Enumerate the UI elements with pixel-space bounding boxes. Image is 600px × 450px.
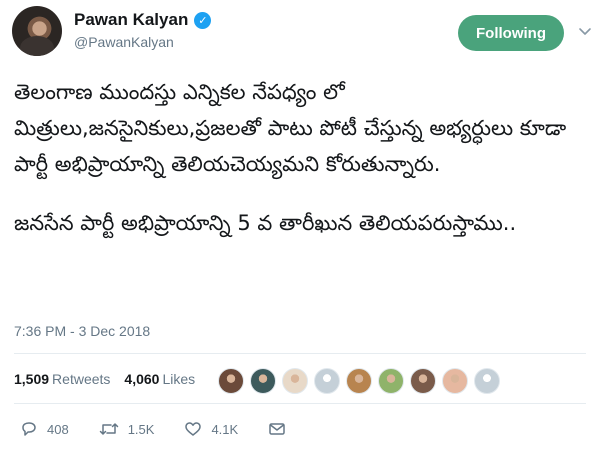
tweet-paragraph-1: తెలంగాణ ముందస్తు ఎన్నికల నేపధ్యం లో మిత్… (14, 80, 567, 176)
retweet-action[interactable]: 1.5K (99, 421, 155, 437)
user-handle[interactable]: @PawanKalyan (74, 34, 174, 50)
liker-avatar[interactable] (410, 368, 436, 394)
tweet-stats: 1,509 Retweets 4,060 Likes (14, 371, 195, 387)
tweet-timestamp[interactable]: 7:36 PM - 3 Dec 2018 (14, 323, 150, 339)
retweet-count: 1.5K (127, 421, 155, 437)
tweet-card: Pawan Kalyan ✓ @PawanKalyan Following తె… (0, 0, 600, 450)
divider (14, 353, 586, 354)
likes-label: Likes (162, 371, 196, 387)
default-avatar-icon[interactable] (474, 368, 500, 394)
direct-message-action[interactable] (268, 421, 286, 437)
divider (14, 403, 586, 404)
chevron-down-icon[interactable] (578, 24, 592, 38)
following-button[interactable]: Following (458, 15, 564, 51)
heart-icon (185, 422, 202, 436)
liker-avatar[interactable] (282, 368, 308, 394)
envelope-icon (269, 423, 285, 435)
like-action[interactable]: 4.1K (184, 421, 238, 437)
liker-avatar[interactable] (218, 368, 244, 394)
display-name[interactable]: Pawan Kalyan (74, 10, 188, 30)
liker-avatars (218, 368, 500, 394)
retweets-label: Retweets (52, 371, 111, 387)
user-name-row: Pawan Kalyan ✓ (74, 10, 212, 30)
retweet-icon (99, 423, 118, 435)
profile-avatar[interactable] (12, 6, 62, 56)
tweet-text: తెలంగాణ ముందస్తు ఎన్నికల నేపధ్యం లో మిత్… (14, 74, 594, 241)
retweets-stat[interactable]: 1,509 Retweets (14, 371, 110, 387)
retweets-count: 1,509 (14, 371, 50, 387)
like-count: 4.1K (211, 421, 239, 437)
reply-action[interactable]: 408 (20, 421, 69, 437)
reply-icon (22, 422, 36, 436)
likes-count: 4,060 (124, 371, 160, 387)
liker-avatar[interactable] (378, 368, 404, 394)
reply-count: 408 (47, 421, 69, 437)
liker-avatar[interactable] (250, 368, 276, 394)
tweet-actions: 408 1.5K 4.1K (20, 421, 316, 437)
verified-badge-icon: ✓ (194, 11, 212, 29)
liker-avatar[interactable] (346, 368, 372, 394)
tweet-paragraph-2: జనసేన పార్టీ అభిప్రాయాన్ని 5 వ తారీఖున త… (14, 211, 517, 235)
likes-stat[interactable]: 4,060 Likes (124, 371, 195, 387)
default-avatar-icon[interactable] (314, 368, 340, 394)
liker-avatar[interactable] (442, 368, 468, 394)
